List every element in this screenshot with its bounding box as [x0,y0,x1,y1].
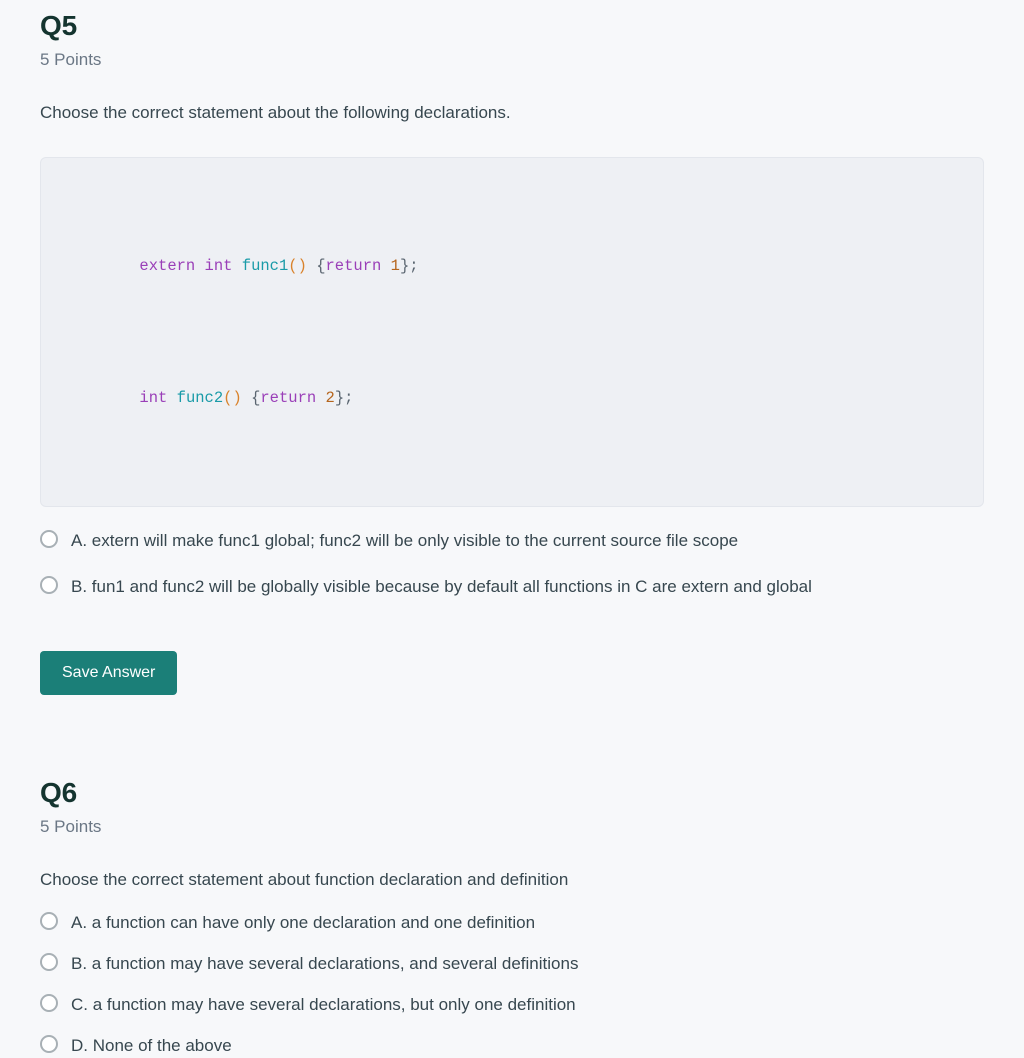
code-token-close-brace-1: }; [399,256,419,275]
option-label-q5-a: A. extern will make func1 global; func2 … [71,531,739,551]
question-block-q5: Q5 5 Points Choose the correct statement… [0,0,1024,695]
radio-icon-q5-b[interactable] [40,576,58,594]
options-list-q6: A. a function can have only one declarat… [40,911,984,1058]
code-line-1: extern int func1() {return 1}; [65,227,983,306]
code-token-parens-1: () [288,256,307,275]
radio-icon-q6-c[interactable] [40,993,58,1012]
code-token-extern: extern [139,256,196,275]
quiz-page: Q5 5 Points Choose the correct statement… [0,0,1024,1055]
question-prompt-q6: Choose the correct statement about funct… [40,869,569,889]
option-q5-b[interactable]: B. fun1 and func2 will be globally visib… [40,576,984,599]
code-token-open-brace-2: { [241,388,261,407]
radio-icon-q6-a[interactable] [40,911,58,930]
code-token-close-brace-2: }; [334,388,354,407]
code-token-int-1: int [204,256,233,275]
code-token-number-1: 1 [390,256,400,275]
option-label-q6-a: A. a function can have only one declarat… [71,912,536,932]
question-block-q6: Q6 5 Points Choose the correct statement… [0,776,1024,1058]
code-token-func2: func2 [176,388,224,407]
option-q6-a[interactable]: A. a function can have only one declarat… [40,911,984,935]
code-line-2: int func2() {return 2}; [65,358,983,437]
question-title-q6: Q6 [40,776,77,808]
code-token-space-4 [167,389,176,407]
options-list-q5: A. extern will make func1 global; func2 … [40,530,984,599]
radio-icon-q6-b[interactable] [40,952,58,971]
code-snippet-q5: extern int func1() {return 1}; int func2… [40,156,984,508]
code-token-return-2: return [260,388,317,407]
code-token-space-2 [232,257,241,275]
code-token-int-2: int [139,388,168,407]
question-title-q5: Q5 [40,10,77,41]
option-q6-b[interactable]: B. a function may have several declarati… [40,952,984,976]
code-token-parens-2: () [223,388,242,407]
radio-icon-q5-a[interactable] [40,530,58,549]
code-token-return-1: return [325,256,382,275]
radio-icon-q6-d[interactable] [40,1034,58,1053]
option-label-q5-b: B. fun1 and func2 will be globally visib… [71,577,812,596]
question-prompt-q5: Choose the correct statement about the f… [40,103,511,122]
option-label-q6-d: D. None of the above [71,1035,232,1055]
option-label-q6-c: C. a function may have several declarati… [71,994,576,1014]
save-answer-button-q5[interactable]: Save Answer [40,650,178,695]
code-token-func1: func1 [241,256,289,275]
code-token-space-5 [316,389,325,407]
code-token-open-brace-1: { [306,256,326,275]
option-label-q6-b: B. a function may have several declarati… [71,953,579,973]
question-points-q6: 5 Points [40,816,102,836]
option-q6-c[interactable]: C. a function may have several declarati… [40,993,984,1017]
option-q6-d[interactable]: D. None of the above [40,1034,984,1058]
code-token-space-3 [381,257,390,275]
code-token-number-2: 2 [325,388,335,407]
option-q5-a[interactable]: A. extern will make func1 global; func2 … [40,530,984,553]
code-token-space-1 [195,257,204,275]
question-points-q5: 5 Points [40,50,102,69]
